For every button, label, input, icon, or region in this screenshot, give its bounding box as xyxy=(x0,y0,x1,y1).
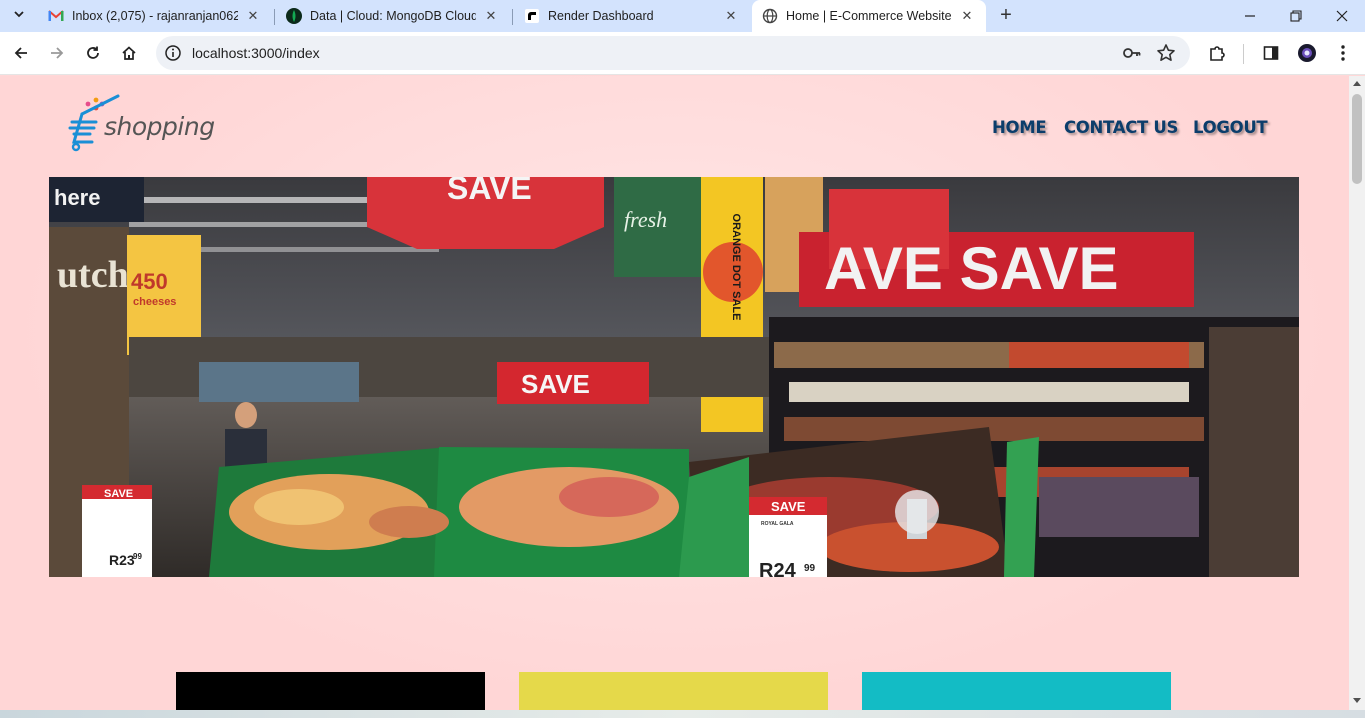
category-card-2[interactable] xyxy=(519,672,828,710)
tab-separator xyxy=(512,9,513,25)
hero-sign-promo-text: cheeses xyxy=(133,296,176,308)
hero-sign-promo-price: 450 xyxy=(131,269,168,294)
side-panel-icon xyxy=(1263,46,1279,60)
reload-button[interactable] xyxy=(78,38,108,68)
puzzle-icon xyxy=(1210,46,1225,61)
hero-sign-fresh: fresh xyxy=(624,207,667,232)
site-info-icon[interactable] xyxy=(164,44,182,67)
reload-icon xyxy=(87,46,99,59)
tab-ecommerce[interactable]: Home | E-Commerce Website. ✕ xyxy=(752,0,986,32)
address-bar[interactable]: localhost:3000/index xyxy=(156,36,1190,70)
tab-title: Inbox (2,075) - rajanranjan0625 xyxy=(72,9,238,23)
site-logo[interactable]: shopping xyxy=(66,94,215,154)
scroll-down-arrow-icon[interactable] xyxy=(1353,698,1361,703)
hero-price-left-cents: 99 xyxy=(133,552,142,561)
toolbar-divider xyxy=(1243,44,1244,64)
tab-title: Home | E-Commerce Website. xyxy=(786,9,952,23)
minimize-button[interactable] xyxy=(1227,0,1273,32)
hero-banner-image: here utch 450 cheeses SAVE fresh ORANGE … xyxy=(49,177,1299,577)
home-button[interactable] xyxy=(114,38,144,68)
hero-card-save-right: SAVE xyxy=(771,499,806,514)
tab-gmail[interactable]: Inbox (2,075) - rajanranjan0625 ✕ xyxy=(38,0,272,32)
hero-price-right-cents: 99 xyxy=(804,563,816,574)
close-icon[interactable]: ✕ xyxy=(958,7,976,25)
minimize-icon xyxy=(1245,15,1255,17)
nav-logout-link[interactable]: LOGOUT xyxy=(1193,118,1268,137)
category-card-1[interactable] xyxy=(176,672,485,710)
page-viewport: shopping HOME CONTACT US LOGOUT here utc… xyxy=(0,76,1349,710)
arrow-left-icon xyxy=(14,47,27,59)
tab-title: Data | Cloud: MongoDB Cloud xyxy=(310,9,476,23)
hero-card-product-right: ROYAL GALA xyxy=(761,521,794,527)
browser-toolbar: localhost:3000/index xyxy=(0,32,1365,75)
close-icon[interactable]: ✕ xyxy=(244,7,262,25)
scroll-thumb[interactable] xyxy=(1352,94,1362,184)
password-key-icon[interactable] xyxy=(1122,44,1142,67)
menu-button[interactable] xyxy=(1328,38,1358,68)
restore-icon xyxy=(1290,10,1302,22)
mongodb-icon xyxy=(286,8,302,24)
hero-sign-butch: utch xyxy=(57,254,129,296)
hero-sign-orange-dot: ORANGE DOT SALE xyxy=(730,214,742,321)
hero-sign-save-top: SAVE xyxy=(447,177,532,206)
new-tab-button[interactable]: + xyxy=(993,2,1019,28)
close-window-button[interactable] xyxy=(1319,0,1365,32)
category-card-3[interactable] xyxy=(862,672,1171,710)
extensions-button[interactable] xyxy=(1202,38,1232,68)
bookmark-star-icon[interactable] xyxy=(1156,43,1176,68)
url-text[interactable]: localhost:3000/index xyxy=(192,45,320,61)
hero-sign-save-right: AVE SAVE xyxy=(824,235,1119,302)
chevron-down-icon xyxy=(14,11,24,18)
home-icon xyxy=(122,46,136,60)
tab-strip: Inbox (2,075) - rajanranjan0625 ✕ Data |… xyxy=(0,0,1365,32)
scroll-up-arrow-icon[interactable] xyxy=(1353,81,1361,86)
hero-price-right: R24 xyxy=(759,560,797,577)
logo-text: shopping xyxy=(104,112,215,141)
hero-sign-save-center: SAVE xyxy=(521,369,590,399)
taskbar-edge xyxy=(0,710,1365,718)
forward-button[interactable] xyxy=(42,38,72,68)
tab-search-button[interactable] xyxy=(6,2,32,26)
page-scrollbar[interactable] xyxy=(1349,76,1365,710)
close-icon[interactable]: ✕ xyxy=(482,7,500,25)
gmail-icon xyxy=(48,8,64,24)
nav-contact-link[interactable]: CONTACT US xyxy=(1064,118,1178,137)
nav-home-link[interactable]: HOME xyxy=(992,118,1047,137)
side-panel-button[interactable] xyxy=(1256,38,1286,68)
close-icon[interactable]: ✕ xyxy=(722,7,740,25)
kebab-menu-icon xyxy=(1341,45,1345,61)
profile-button[interactable] xyxy=(1292,38,1322,68)
tab-render[interactable]: Render Dashboard ✕ xyxy=(514,0,750,32)
close-icon xyxy=(1336,10,1348,22)
hero-card-save-left: SAVE xyxy=(104,488,133,500)
hero-sign-here: here xyxy=(54,185,100,210)
arrow-right-icon xyxy=(51,47,64,59)
hero-price-left: R23 xyxy=(109,552,135,568)
tab-mongodb[interactable]: Data | Cloud: MongoDB Cloud ✕ xyxy=(276,0,510,32)
avatar xyxy=(1298,44,1316,62)
tab-separator xyxy=(274,9,275,25)
render-icon xyxy=(524,8,540,24)
tab-title: Render Dashboard xyxy=(548,9,654,23)
restore-button[interactable] xyxy=(1273,0,1319,32)
globe-icon xyxy=(762,8,778,24)
plus-icon: + xyxy=(1000,3,1012,26)
back-button[interactable] xyxy=(6,38,36,68)
